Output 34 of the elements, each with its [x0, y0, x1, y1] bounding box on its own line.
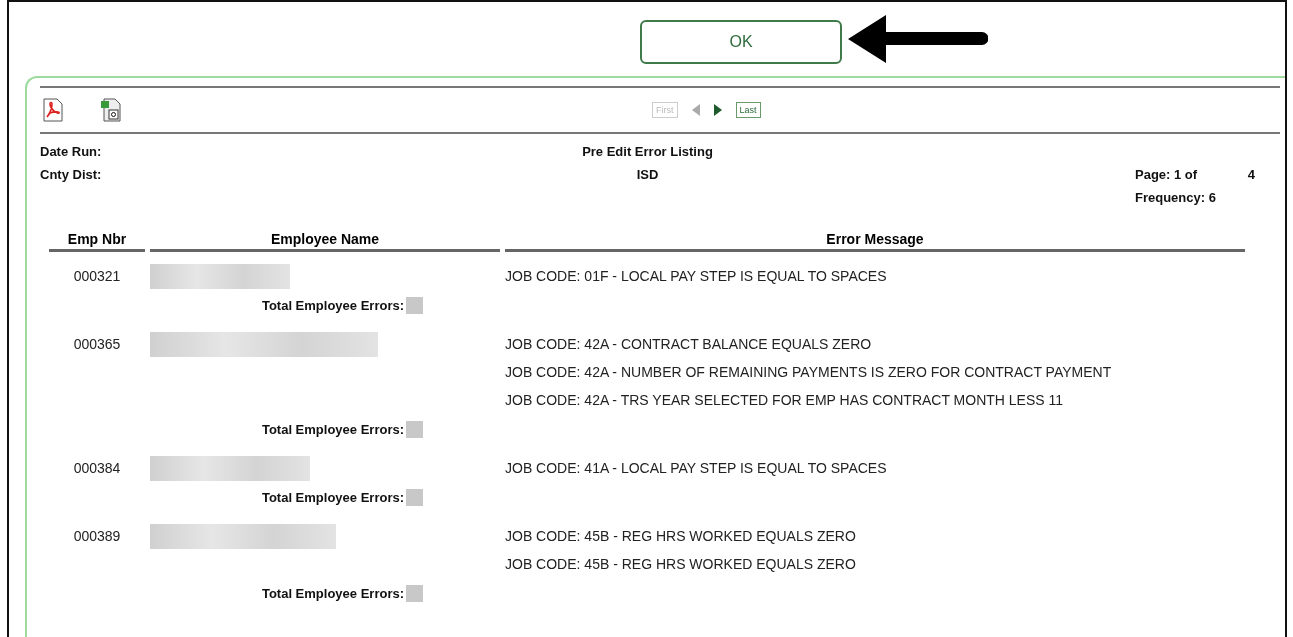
- page-total: 4: [1247, 167, 1255, 182]
- error-message: JOB CODE: 42A - TRS YEAR SELECTED FOR EMP HAS CONTRACT MONTH LESS 11: [505, 391, 1065, 410]
- emp-number: 000321: [72, 267, 122, 286]
- emp-number: 000389: [72, 527, 122, 546]
- error-message: JOB CODE: 01F - LOCAL PAY STEP IS EQUAL TO SPACES: [505, 267, 888, 286]
- error-message: JOB CODE: 45B - REG HRS WORKED EQUALS ZERO: [505, 527, 857, 546]
- emp-number: 000365: [72, 335, 122, 354]
- date-run-label: Date Run:: [40, 144, 102, 159]
- district-text: ISD: [636, 167, 659, 182]
- error-message: JOB CODE: 42A - CONTRACT BALANCE EQUALS ZERO: [505, 335, 873, 354]
- total-errors-label: Total Employee Errors:: [260, 585, 404, 601]
- emp-number: 000384: [72, 459, 122, 478]
- column-header: Employee Name: [150, 231, 500, 252]
- redacted-value: [406, 420, 423, 438]
- total-errors-label: Total Employee Errors:: [260, 489, 404, 505]
- redacted-value: [406, 584, 423, 602]
- pager-button[interactable]: Last: [735, 102, 761, 118]
- ok-button[interactable]: OK: [640, 20, 842, 64]
- total-errors-label: Total Employee Errors:: [260, 297, 404, 313]
- page-label: Page: 1 of: [1135, 167, 1198, 182]
- redacted-value: [406, 296, 423, 314]
- error-message: JOB CODE: 45B - REG HRS WORKED EQUALS ZERO: [505, 555, 857, 574]
- error-message: JOB CODE: 42A - NUMBER OF REMAINING PAYMENTS IS ZERO FOR CONTRACT PAYMENT: [505, 363, 1113, 382]
- total-errors-label: Total Employee Errors:: [260, 421, 404, 437]
- column-header: Error Message: [505, 231, 1245, 252]
- next-icon[interactable]: [713, 104, 722, 116]
- report-title: Pre Edit Error Listing: [582, 144, 713, 159]
- redacted-value: [406, 488, 423, 506]
- error-message: JOB CODE: 41A - LOCAL PAY STEP IS EQUAL TO SPACES: [505, 459, 888, 478]
- pdf-icon[interactable]: [43, 98, 63, 122]
- column-header: Emp Nbr: [49, 231, 145, 252]
- cnty-dist-label: Cnty Dist:: [40, 167, 102, 182]
- spreadsheet-icon[interactable]: [101, 98, 121, 122]
- frequency-text: Frequency: 6: [1135, 190, 1216, 205]
